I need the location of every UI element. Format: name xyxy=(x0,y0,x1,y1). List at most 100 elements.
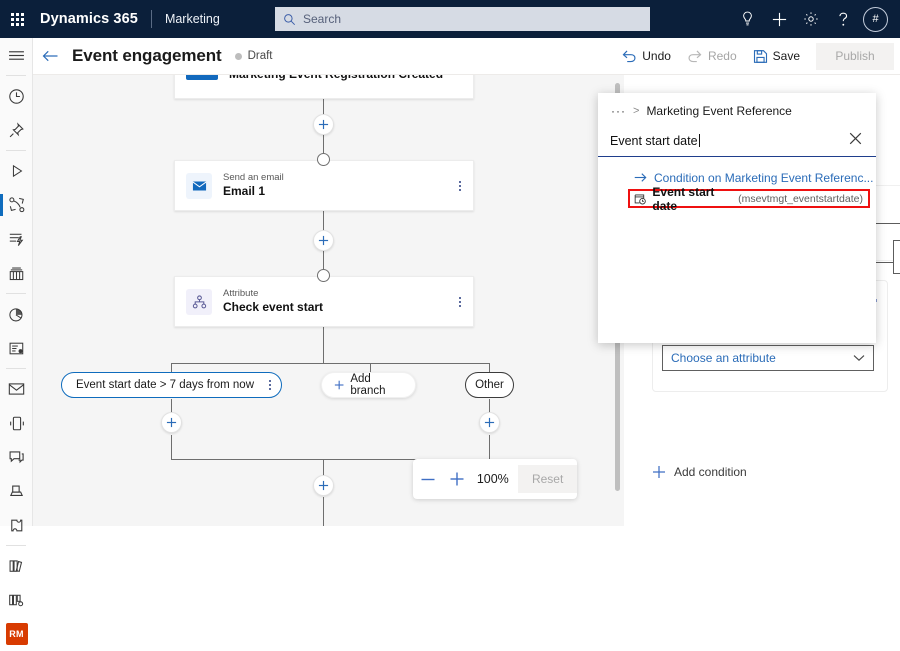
result-item-condition-label: Condition on Marketing Event Referenc... xyxy=(654,170,874,185)
app-badge-label: RM xyxy=(5,623,28,645)
canvas-node-send-email[interactable]: Send an email Email 1 xyxy=(174,160,474,211)
zoom-reset-button[interactable]: Reset xyxy=(518,465,577,493)
recent-clock-icon xyxy=(9,88,24,104)
redo-button[interactable]: Redo xyxy=(679,41,745,71)
canvas-node-attribute[interactable]: Attribute Check event start xyxy=(174,276,474,327)
status-badge: Draft xyxy=(234,50,272,62)
sidebar-item-text-messages[interactable] xyxy=(0,406,33,440)
zoom-in-button[interactable] xyxy=(442,460,471,498)
command-bar: Event engagement Draft Undo Redo Save Pu… xyxy=(33,38,900,75)
sidebar-item-real-time-journeys[interactable] xyxy=(0,188,33,222)
rail-divider xyxy=(6,150,26,151)
chevron-down-icon xyxy=(853,355,865,361)
plus-icon[interactable] xyxy=(763,0,795,38)
question-mark-icon[interactable] xyxy=(827,0,859,38)
close-x-icon xyxy=(849,132,862,145)
result-item-event-start-date-label: Event start date xyxy=(652,184,715,213)
sidebar-item-app-badge[interactable]: RM xyxy=(0,617,33,651)
plus-icon xyxy=(450,472,464,486)
plus-icon xyxy=(318,480,329,491)
plus-icon xyxy=(334,380,344,390)
brand-label[interactable]: Dynamics 365 xyxy=(40,11,138,27)
attribute-search-value: Event start date xyxy=(610,134,698,148)
rail-divider xyxy=(6,545,26,546)
add-branch-button[interactable]: Add branch xyxy=(321,372,416,398)
add-step-button[interactable] xyxy=(313,475,334,496)
rail-divider xyxy=(6,75,26,76)
result-item-condition-link[interactable]: Condition on Marketing Event Referenc... xyxy=(598,168,876,187)
app-launcher-waffle-icon[interactable] xyxy=(0,0,34,38)
publish-button[interactable]: Publish xyxy=(816,42,894,70)
app-name-label[interactable]: Marketing xyxy=(165,12,220,26)
arrow-right-icon xyxy=(634,173,647,182)
date-attribute-icon xyxy=(634,194,646,204)
node-more-options-button[interactable] xyxy=(459,180,461,191)
user-avatar[interactable]: # xyxy=(863,6,888,32)
redo-icon xyxy=(688,50,702,63)
forms-icon xyxy=(9,342,24,354)
branch-pill-condition[interactable]: Event start date > 7 days from now xyxy=(61,372,282,398)
add-condition-button[interactable]: Add condition xyxy=(652,465,747,479)
breadcrumb-current: Marketing Event Reference xyxy=(646,104,792,118)
sidebar-item-analytics[interactable] xyxy=(0,297,33,331)
canvas-node-trigger-name: Marketing Event Registration Created xyxy=(229,75,443,82)
avatar-initials: # xyxy=(872,13,879,25)
journey-canvas[interactable]: Marketing Event Registration Created Sen… xyxy=(33,75,624,526)
branch-pill-other[interactable]: Other xyxy=(465,372,514,398)
sidebar-item-emails[interactable] xyxy=(0,372,33,406)
add-step-button[interactable] xyxy=(161,412,182,433)
pinned-pin-icon xyxy=(9,121,24,137)
sidebar-item-assets[interactable] xyxy=(0,256,33,290)
sidebar-item-forms[interactable] xyxy=(0,331,33,365)
canvas-node-trigger[interactable]: Marketing Event Registration Created xyxy=(174,75,474,99)
result-item-event-start-date[interactable]: Event start date (msevtmgt_eventstartdat… xyxy=(628,185,870,213)
sidebar-item-customer-journeys[interactable] xyxy=(0,154,33,188)
push-notification-icon xyxy=(9,451,24,464)
sidebar-item-triggers[interactable] xyxy=(0,222,33,256)
real-time-journeys-icon xyxy=(8,197,24,213)
node-text: Send an email Email 1 xyxy=(223,172,284,199)
text-message-icon xyxy=(9,416,24,430)
hamburger-menu-icon xyxy=(9,50,24,60)
branch-bus xyxy=(476,363,490,365)
attribute-search-box[interactable]: Event start date xyxy=(598,126,876,157)
sidebar-item-settings[interactable] xyxy=(0,583,33,617)
breadcrumb-overflow[interactable]: ··· xyxy=(611,104,626,118)
sidebar-item-push-notifications[interactable] xyxy=(0,440,33,474)
branch-more-options-button[interactable] xyxy=(269,380,271,390)
plus-icon xyxy=(318,235,329,246)
canvas-node-send-email-sub: Send an email xyxy=(223,172,284,184)
sidebar-item-recent[interactable] xyxy=(0,79,33,113)
add-step-button[interactable] xyxy=(313,230,334,251)
add-step-button[interactable] xyxy=(479,412,500,433)
save-button[interactable]: Save xyxy=(745,41,808,71)
sidebar-item-hamburger-menu[interactable] xyxy=(0,38,33,72)
save-disk-icon xyxy=(753,49,767,63)
attribute-picker-popup: ··· > Marketing Event Reference Event st… xyxy=(598,93,876,343)
undo-button[interactable]: Undo xyxy=(613,41,679,71)
edge-segment xyxy=(323,326,325,364)
back-button[interactable] xyxy=(33,38,67,74)
global-search-box[interactable]: Search xyxy=(275,7,650,31)
lightbulb-icon[interactable] xyxy=(731,0,763,38)
plus-icon xyxy=(653,466,665,478)
rail-divider xyxy=(6,293,26,294)
attribute-search-input[interactable]: Event start date xyxy=(610,134,847,148)
gear-icon[interactable] xyxy=(795,0,827,38)
add-step-button[interactable] xyxy=(313,114,334,135)
text-caret xyxy=(698,134,700,147)
canvas-zoom-controls: 100% Reset xyxy=(413,459,577,499)
clear-search-button[interactable] xyxy=(847,130,864,152)
panel-field-box-clipped[interactable] xyxy=(893,240,900,274)
sidebar-item-content-library[interactable] xyxy=(0,549,33,583)
search-icon xyxy=(284,13,296,25)
minus-icon xyxy=(421,478,435,480)
zoom-out-button[interactable] xyxy=(413,460,442,498)
sidebar-item-fragments[interactable] xyxy=(0,508,33,542)
sidebar-item-pinned[interactable] xyxy=(0,113,33,147)
node-more-options-button[interactable] xyxy=(459,296,461,307)
attribute-select[interactable]: Choose an attribute xyxy=(662,345,874,371)
back-arrow-icon xyxy=(42,50,57,62)
suite-bar-actions: # xyxy=(731,0,892,38)
sidebar-item-custom-channels[interactable] xyxy=(0,474,33,508)
